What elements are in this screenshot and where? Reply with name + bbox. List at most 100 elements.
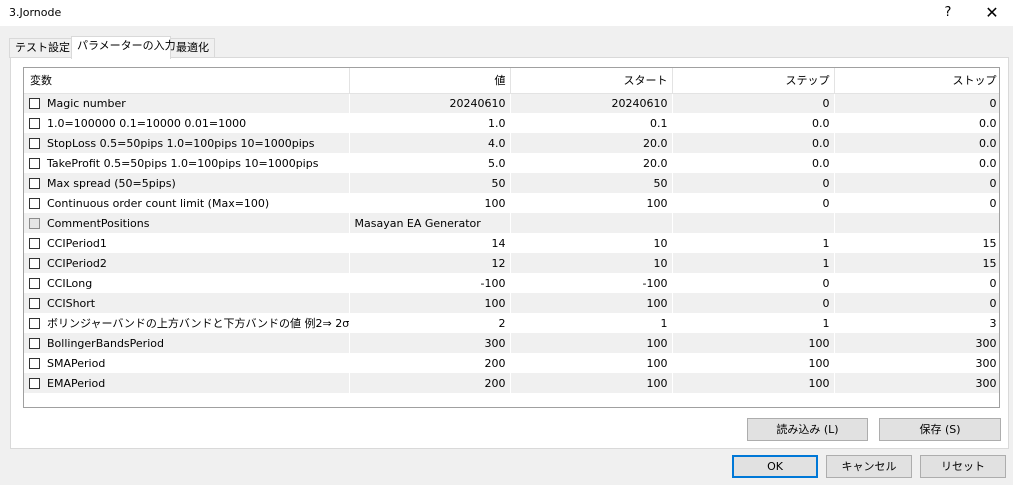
parameter-stop-cell[interactable]: 0.0 — [834, 113, 999, 133]
parameter-value-cell[interactable]: Masayan EA Generator — [349, 213, 511, 233]
parameter-step-cell[interactable]: 0.0 — [672, 113, 835, 133]
parameter-step-cell[interactable]: 1 — [672, 313, 835, 333]
parameter-value-cell[interactable]: 12 — [349, 253, 511, 273]
parameter-step-cell[interactable]: 0 — [672, 93, 835, 113]
header-variable[interactable]: 変数 — [24, 68, 350, 94]
close-button[interactable]: ✕ — [980, 2, 1004, 24]
header-step[interactable]: ステップ — [672, 68, 835, 94]
parameter-start-cell[interactable]: 100 — [510, 193, 673, 213]
parameter-value-cell[interactable]: 200 — [349, 373, 511, 393]
parameter-start-cell[interactable]: 50 — [510, 173, 673, 193]
parameter-value-cell[interactable]: -100 — [349, 273, 511, 293]
parameter-step-cell[interactable]: 0 — [672, 173, 835, 193]
cancel-button[interactable]: キャンセル — [826, 455, 912, 478]
optimize-checkbox[interactable] — [29, 97, 40, 109]
table-row[interactable]: CCIPeriod1 14 10 1 15 — [24, 233, 999, 253]
table-row[interactable]: CommentPositions Masayan EA Generator — [24, 213, 999, 233]
parameter-stop-cell[interactable]: 0 — [834, 193, 999, 213]
table-row[interactable]: Max spread (50=5pips) 50 50 0 0 — [24, 173, 999, 193]
parameter-start-cell[interactable]: 100 — [510, 353, 673, 373]
parameter-value-cell[interactable]: 100 — [349, 193, 511, 213]
tab-test-settings[interactable]: テスト設定 — [9, 38, 72, 58]
parameter-value-cell[interactable]: 200 — [349, 353, 511, 373]
parameter-value-cell[interactable]: 100 — [349, 293, 511, 313]
parameter-value-cell[interactable]: 2 — [349, 313, 511, 333]
optimize-checkbox[interactable] — [29, 377, 40, 389]
table-row[interactable]: ボリンジャーバンドの上方バンドと下方バンドの値 例2⇒ 2σ（... 2 1 1 3 — [24, 313, 999, 333]
ok-button[interactable]: OK — [732, 455, 818, 478]
parameter-step-cell[interactable]: 100 — [672, 333, 835, 353]
parameter-start-cell[interactable]: 20.0 — [510, 153, 673, 173]
reset-button[interactable]: リセット — [920, 455, 1006, 478]
table-row[interactable]: StopLoss 0.5=50pips 1.0=100pips 10=1000p… — [24, 133, 999, 153]
parameter-step-cell[interactable]: 0.0 — [672, 133, 835, 153]
parameter-stop-cell[interactable]: 0 — [834, 93, 999, 113]
optimize-checkbox[interactable] — [29, 177, 40, 189]
optimize-checkbox[interactable] — [29, 277, 40, 289]
save-button[interactable]: 保存 (S) — [879, 418, 1001, 441]
parameter-value-cell[interactable]: 14 — [349, 233, 511, 253]
parameter-value-cell[interactable]: 300 — [349, 333, 511, 353]
parameter-start-cell[interactable] — [510, 213, 673, 233]
parameter-start-cell[interactable]: 1 — [510, 313, 673, 333]
table-row[interactable]: Continuous order count limit (Max=100) 10… — [24, 193, 999, 213]
parameter-start-cell[interactable]: 20240610 — [510, 93, 673, 113]
parameter-step-cell[interactable]: 0 — [672, 193, 835, 213]
parameter-start-cell[interactable]: 100 — [510, 293, 673, 313]
parameter-start-cell[interactable]: 0.1 — [510, 113, 673, 133]
parameter-start-cell[interactable]: 100 — [510, 333, 673, 353]
optimize-checkbox[interactable] — [29, 337, 40, 349]
optimize-checkbox[interactable] — [29, 357, 40, 369]
parameter-step-cell[interactable]: 0 — [672, 293, 835, 313]
parameter-value-cell[interactable]: 5.0 — [349, 153, 511, 173]
parameter-step-cell[interactable] — [672, 213, 835, 233]
table-row[interactable]: 1.0=100000 0.1=10000 0.01=1000 1.0 0.1 0.0 0… — [24, 113, 999, 133]
parameter-stop-cell[interactable]: 3 — [834, 313, 999, 333]
parameter-value-cell[interactable]: 50 — [349, 173, 511, 193]
table-row[interactable]: TakeProfit 0.5=50pips 1.0=100pips 10=100… — [24, 153, 999, 173]
tab-optimization[interactable]: 最適化 — [170, 38, 215, 58]
table-row[interactable]: CCILong -100 -100 0 0 — [24, 273, 999, 293]
parameter-step-cell[interactable]: 100 — [672, 353, 835, 373]
header-stop[interactable]: ストップ — [834, 68, 999, 94]
parameter-stop-cell[interactable]: 0.0 — [834, 133, 999, 153]
help-button[interactable]: ? — [936, 2, 960, 24]
optimize-checkbox[interactable] — [29, 137, 40, 149]
parameter-stop-cell[interactable]: 0 — [834, 273, 999, 293]
parameter-start-cell[interactable]: 10 — [510, 233, 673, 253]
parameter-step-cell[interactable]: 100 — [672, 373, 835, 393]
parameter-stop-cell[interactable]: 15 — [834, 253, 999, 273]
parameter-stop-cell[interactable]: 300 — [834, 333, 999, 353]
parameter-stop-cell[interactable]: 300 — [834, 353, 999, 373]
parameter-stop-cell[interactable]: 0 — [834, 173, 999, 193]
tab-parameter-input[interactable]: パラメーターの入力 — [71, 36, 176, 59]
parameter-value-cell[interactable]: 4.0 — [349, 133, 511, 153]
parameter-start-cell[interactable]: -100 — [510, 273, 673, 293]
parameter-start-cell[interactable]: 10 — [510, 253, 673, 273]
load-button[interactable]: 読み込み (L) — [747, 418, 868, 441]
parameter-step-cell[interactable]: 0 — [672, 273, 835, 293]
optimize-checkbox[interactable] — [29, 157, 40, 169]
header-value[interactable]: 値 — [349, 68, 511, 94]
optimize-checkbox[interactable] — [29, 297, 40, 309]
header-start[interactable]: スタート — [510, 68, 673, 94]
parameter-stop-cell[interactable]: 300 — [834, 373, 999, 393]
optimize-checkbox[interactable] — [29, 117, 40, 129]
parameter-step-cell[interactable]: 1 — [672, 253, 835, 273]
optimize-checkbox[interactable] — [29, 217, 40, 229]
parameter-start-cell[interactable]: 100 — [510, 373, 673, 393]
parameter-step-cell[interactable]: 1 — [672, 233, 835, 253]
parameter-stop-cell[interactable]: 0.0 — [834, 153, 999, 173]
table-row[interactable]: BollingerBandsPeriod 300 100 100 300 — [24, 333, 999, 353]
parameter-stop-cell[interactable]: 15 — [834, 233, 999, 253]
optimize-checkbox[interactable] — [29, 257, 40, 269]
table-row[interactable]: CCIShort 100 100 0 0 — [24, 293, 999, 313]
parameter-value-cell[interactable]: 20240610 — [349, 93, 511, 113]
parameter-stop-cell[interactable] — [834, 213, 999, 233]
table-row[interactable]: EMAPeriod 200 100 100 300 — [24, 373, 999, 393]
parameter-stop-cell[interactable]: 0 — [834, 293, 999, 313]
table-row[interactable]: SMAPeriod 200 100 100 300 — [24, 353, 999, 373]
table-row[interactable]: Magic number 20240610 20240610 0 0 — [24, 93, 999, 113]
parameter-start-cell[interactable]: 20.0 — [510, 133, 673, 153]
parameter-step-cell[interactable]: 0.0 — [672, 153, 835, 173]
